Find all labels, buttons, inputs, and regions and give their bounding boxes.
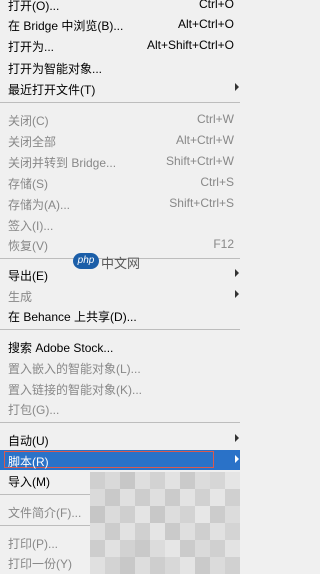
- menu-item-save-as[interactable]: 存储为(A)... Shift+Ctrl+S: [0, 193, 240, 213]
- watermark-text: 中文网: [101, 256, 141, 271]
- menu-item-label: 恢复(V): [8, 239, 48, 253]
- menu-item-shortcut: Ctrl+S: [200, 175, 234, 189]
- menu-item-label: 打开为...: [8, 40, 55, 54]
- menu-item-shortcut: F12: [213, 237, 234, 251]
- menu-item-label: 导入(M): [8, 475, 50, 489]
- menu-item-shortcut: Alt+Shift+Ctrl+O: [146, 38, 234, 52]
- menu-item-label: 打开(O)...: [8, 0, 60, 13]
- menu-item-label: 自动(U): [8, 434, 49, 448]
- menu-item-open[interactable]: 打开(O)... Ctrl+O: [0, 0, 240, 14]
- menu-item-close[interactable]: 关闭(C) Ctrl+W: [0, 109, 240, 129]
- menu-item-check-in[interactable]: 签入(I)...: [0, 214, 240, 234]
- php-logo-icon: php: [73, 253, 99, 269]
- menu-item-label: 在 Bridge 中浏览(B)...: [8, 19, 124, 33]
- menu-item-label: 在 Behance 上共享(D)...: [8, 310, 137, 324]
- menu-item-label: 关闭全部: [8, 135, 57, 149]
- menu-item-generate[interactable]: 生成: [0, 285, 240, 305]
- menu-item-recent-files[interactable]: 最近打开文件(T): [0, 78, 240, 98]
- menu-item-label: 生成: [8, 290, 33, 304]
- menu-item-label: 文件简介(F)...: [8, 506, 82, 520]
- menu-item-close-and-go-to-bridge[interactable]: 关闭并转到 Bridge... Shift+Ctrl+W: [0, 151, 240, 171]
- menu-item-open-as[interactable]: 打开为... Alt+Shift+Ctrl+O: [0, 35, 240, 55]
- submenu-arrow-icon: [235, 434, 239, 442]
- menu-item-label: 打印一份(Y): [8, 557, 72, 571]
- menu-separator: [0, 102, 240, 103]
- submenu-arrow-icon: [235, 83, 239, 91]
- menu-item-shortcut: Shift+Ctrl+W: [165, 154, 234, 168]
- menu-item-close-all[interactable]: 关闭全部 Alt+Ctrl+W: [0, 130, 240, 150]
- menu-item-place-linked[interactable]: 置入链接的智能对象(K)...: [0, 378, 240, 398]
- menu-item-shortcut: Alt+Ctrl+O: [177, 17, 234, 31]
- menu-separator: [0, 422, 240, 423]
- menu-item-place-embedded[interactable]: 置入嵌入的智能对象(L)...: [0, 357, 240, 377]
- pixelated-overlay: [90, 472, 240, 574]
- menu-item-share-on-behance[interactable]: 在 Behance 上共享(D)...: [0, 305, 240, 325]
- menu-item-label: 置入链接的智能对象(K)...: [8, 383, 142, 397]
- menu-item-label: 存储为(A)...: [8, 198, 70, 212]
- menu-item-search-adobe-stock[interactable]: 搜索 Adobe Stock...: [0, 336, 240, 356]
- submenu-arrow-icon: [235, 455, 239, 463]
- submenu-arrow-icon: [235, 290, 239, 298]
- menu-item-browse-in-bridge[interactable]: 在 Bridge 中浏览(B)... Alt+Ctrl+O: [0, 14, 240, 34]
- menu-item-label: 搜索 Adobe Stock...: [8, 341, 114, 355]
- menu-item-label: 最近打开文件(T): [8, 83, 96, 97]
- menu-item-open-as-smart-object[interactable]: 打开为智能对象...: [0, 57, 240, 77]
- menu-item-shortcut: Alt+Ctrl+W: [175, 133, 234, 147]
- menu-item-label: 签入(I)...: [8, 219, 54, 233]
- submenu-arrow-icon: [235, 269, 239, 277]
- menu-item-automate[interactable]: 自动(U): [0, 429, 240, 449]
- php-cn-watermark: php 中文网: [73, 251, 143, 273]
- menu-item-label: 关闭并转到 Bridge...: [8, 156, 117, 170]
- menu-item-label: 打包(G)...: [8, 403, 60, 417]
- menu-item-package[interactable]: 打包(G)...: [0, 398, 240, 418]
- menu-item-shortcut: Ctrl+W: [197, 112, 234, 126]
- menu-item-label: 关闭(C): [8, 114, 49, 128]
- menu-separator: [0, 329, 240, 330]
- menu-item-label: 打印(P)...: [8, 537, 58, 551]
- menu-item-save[interactable]: 存储(S) Ctrl+S: [0, 172, 240, 192]
- menu-item-label: 置入嵌入的智能对象(L)...: [8, 362, 141, 376]
- menu-item-label: 存储(S): [8, 177, 48, 191]
- menu-item-scripts[interactable]: 脚本(R): [0, 450, 240, 470]
- menu-item-shortcut: Ctrl+O: [198, 0, 234, 11]
- menu-item-label: 导出(E): [8, 269, 48, 283]
- menu-item-label: 脚本(R): [8, 455, 49, 469]
- menu-item-label: 打开为智能对象...: [8, 62, 103, 76]
- menu-item-shortcut: Shift+Ctrl+S: [169, 196, 234, 210]
